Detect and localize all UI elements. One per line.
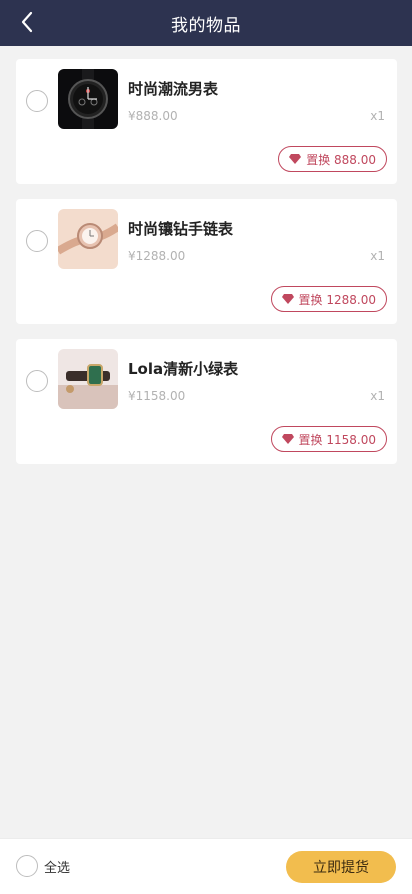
select-all-checkbox[interactable] — [16, 855, 38, 877]
redeem-button[interactable]: 置换 1158.00 — [270, 426, 387, 452]
item-quantity: x1 — [370, 249, 385, 263]
redeem-label: 置换 1288.00 — [298, 292, 376, 307]
item-quantity: x1 — [370, 389, 385, 403]
list-item[interactable]: Lola清新小绿表 ¥1158.00 x1 置换 1158.00 — [16, 339, 397, 464]
item-list: 时尚潮流男表 ¥888.00 x1 置换 888.00 时尚镶钻手链表 ¥128… — [16, 59, 397, 479]
item-name: Lola清新小绿表 — [128, 360, 239, 378]
app-header: 我的物品 — [0, 0, 412, 46]
redeem-label: 置换 1158.00 — [298, 432, 376, 447]
item-name: 时尚镶钻手链表 — [128, 220, 234, 238]
item-price: ¥1158.00 — [128, 389, 186, 403]
page-title: 我的物品 — [171, 15, 241, 36]
select-all-toggle[interactable]: 全选 — [16, 855, 70, 877]
list-item[interactable]: 时尚镶钻手链表 ¥1288.00 x1 置换 1288.00 — [16, 199, 397, 324]
select-all-label: 全选 — [44, 860, 71, 876]
list-item[interactable]: 时尚潮流男表 ¥888.00 x1 置换 888.00 — [16, 59, 397, 184]
item-quantity: x1 — [370, 109, 385, 123]
product-image-bracelet-watch — [58, 209, 118, 269]
diamond-icon — [281, 434, 294, 444]
bottom-bar: 全选 立即提货 — [0, 838, 412, 894]
item-checkbox[interactable] — [26, 90, 48, 112]
item-price: ¥888.00 — [128, 109, 178, 123]
item-price: ¥1288.00 — [128, 249, 186, 263]
diamond-icon — [289, 154, 302, 164]
product-image-green-watch — [58, 349, 118, 409]
back-button[interactable] — [14, 9, 40, 35]
product-image-mens-watch — [58, 69, 118, 129]
redeem-button[interactable]: 置换 1288.00 — [270, 286, 387, 312]
redeem-button[interactable]: 置换 888.00 — [278, 146, 387, 172]
diamond-icon — [281, 294, 294, 304]
item-checkbox[interactable] — [26, 230, 48, 252]
redeem-label: 置换 888.00 — [306, 152, 376, 167]
pickup-button[interactable]: 立即提货 — [286, 851, 396, 883]
chevron-left-icon — [21, 11, 33, 33]
item-name: 时尚潮流男表 — [128, 80, 219, 98]
item-checkbox[interactable] — [26, 370, 48, 392]
